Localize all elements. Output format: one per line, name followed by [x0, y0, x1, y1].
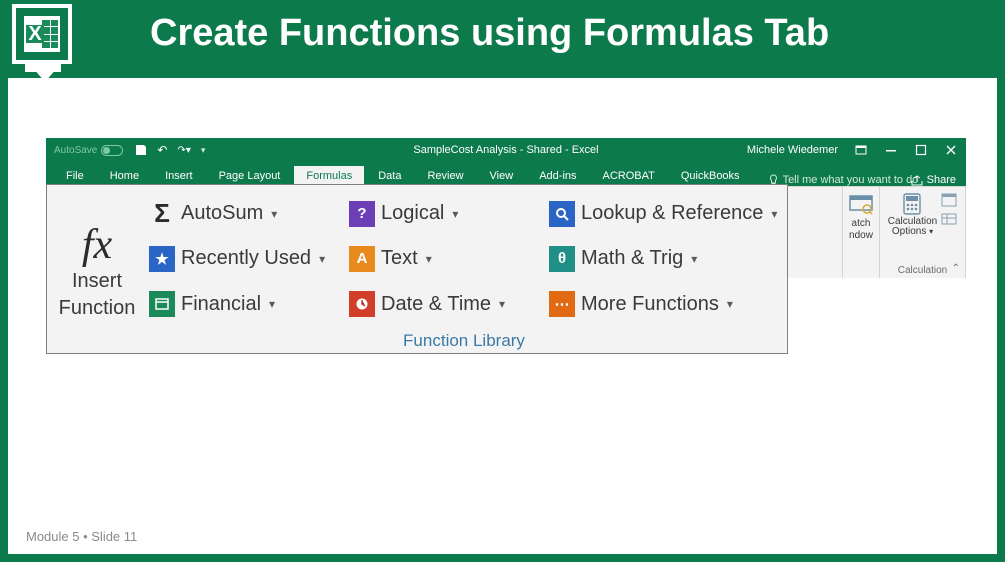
- save-icon[interactable]: [135, 144, 147, 156]
- logical-icon: ?: [349, 201, 375, 227]
- logical-button[interactable]: ? Logical ▾: [349, 199, 549, 229]
- chevron-down-icon: ▾: [691, 252, 697, 266]
- collapse-ribbon-icon[interactable]: ⌃: [952, 263, 960, 274]
- share-label: Share: [927, 174, 956, 186]
- ribbon-tabs: File Home Insert Page Layout Formulas Da…: [46, 162, 966, 186]
- slide-footer: Module 5 • Slide 11: [26, 529, 137, 544]
- share-button[interactable]: Share: [911, 174, 956, 186]
- text-icon: A: [349, 246, 375, 272]
- recently-used-icon: ★: [149, 246, 175, 272]
- tab-review[interactable]: Review: [415, 166, 475, 186]
- text-button[interactable]: A Text ▾: [349, 244, 549, 274]
- toggle-icon: [101, 145, 123, 156]
- function-library-label: Function Library: [149, 331, 779, 353]
- function-library-group: fx Insert Function Σ AutoSum ▾ ? Logical…: [46, 184, 788, 354]
- redo-icon[interactable]: ↷▾: [177, 145, 190, 156]
- tell-me-search[interactable]: Tell me what you want to do: [768, 174, 919, 186]
- chevron-down-icon: ▾: [452, 207, 458, 221]
- autosave-label: AutoSave: [54, 145, 97, 156]
- tab-page-layout[interactable]: Page Layout: [207, 166, 293, 186]
- fx-icon: fx: [82, 224, 112, 266]
- tab-data[interactable]: Data: [366, 166, 413, 186]
- title-bar: AutoSave ↶ ↷▾ ▾ SampleCost Analysis - Sh…: [46, 138, 966, 162]
- undo-icon[interactable]: ↶: [157, 143, 167, 157]
- lookup-reference-button[interactable]: Lookup & Reference ▾: [549, 199, 779, 229]
- recently-used-button[interactable]: ★ Recently Used ▾: [149, 244, 349, 274]
- insert-function-label-2: Function: [59, 297, 136, 320]
- calculator-icon: [898, 191, 926, 217]
- chevron-down-icon: ▾: [499, 297, 505, 311]
- tab-file[interactable]: File: [54, 166, 96, 186]
- autosave-toggle[interactable]: AutoSave: [54, 145, 123, 156]
- tell-me-label: Tell me what you want to do: [783, 174, 919, 186]
- pointer-icon: [33, 68, 57, 82]
- chevron-down-icon: ▾: [771, 207, 777, 221]
- user-name[interactable]: Michele Wiedemer: [747, 144, 838, 156]
- slide-title: Create Functions using Formulas Tab: [150, 12, 985, 55]
- tab-insert[interactable]: Insert: [153, 166, 205, 186]
- chevron-down-icon: ▾: [727, 297, 733, 311]
- slide-header: X Create Functions using Formulas Tab: [0, 0, 1005, 78]
- financial-button[interactable]: Financial ▾: [149, 289, 349, 319]
- more-functions-button[interactable]: ⋯ More Functions ▾: [549, 289, 779, 319]
- more-functions-icon: ⋯: [549, 291, 575, 317]
- chevron-down-icon: ▾: [319, 252, 325, 266]
- lookup-icon: [549, 201, 575, 227]
- excel-logo-icon: X: [12, 4, 72, 64]
- tab-addins[interactable]: Add-ins: [527, 166, 588, 186]
- autosum-button[interactable]: Σ AutoSum ▾: [149, 199, 349, 229]
- ribbon-display-icon[interactable]: [854, 143, 868, 157]
- financial-icon: [149, 291, 175, 317]
- insert-function-label-1: Insert: [72, 270, 122, 293]
- sigma-icon: Σ: [149, 201, 175, 227]
- qat-customize-icon[interactable]: ▾: [201, 145, 206, 156]
- math-trig-icon: θ: [549, 246, 575, 272]
- watch-window-button[interactable]: atch ndow: [843, 187, 880, 278]
- insert-function-button[interactable]: fx Insert Function: [47, 185, 147, 353]
- calculate-sheet-icon[interactable]: [941, 211, 957, 225]
- tab-formulas[interactable]: Formulas: [294, 166, 364, 186]
- calculation-options-button[interactable]: Calculation Options ▾: [888, 191, 937, 237]
- tab-home[interactable]: Home: [98, 166, 151, 186]
- tab-view[interactable]: View: [478, 166, 526, 186]
- chevron-down-icon: ▾: [269, 297, 275, 311]
- chevron-down-icon: ▾: [271, 207, 277, 221]
- tab-acrobat[interactable]: ACROBAT: [591, 166, 667, 186]
- close-icon[interactable]: [944, 143, 958, 157]
- calculate-now-icon[interactable]: [941, 193, 957, 207]
- clock-icon: [349, 291, 375, 317]
- share-icon: [911, 175, 923, 186]
- quick-access-toolbar: ↶ ↷▾ ▾: [135, 143, 205, 157]
- math-trig-button[interactable]: θ Math & Trig ▾: [549, 244, 779, 274]
- date-time-button[interactable]: Date & Time ▾: [349, 289, 549, 319]
- maximize-icon[interactable]: [914, 143, 928, 157]
- watch-window-icon: [847, 191, 875, 217]
- chevron-down-icon: ▾: [426, 252, 432, 266]
- tab-quickbooks[interactable]: QuickBooks: [669, 166, 752, 186]
- minimize-icon[interactable]: [884, 143, 898, 157]
- slide-body: AutoSave ↶ ↷▾ ▾ SampleCost Analysis - Sh…: [8, 78, 997, 554]
